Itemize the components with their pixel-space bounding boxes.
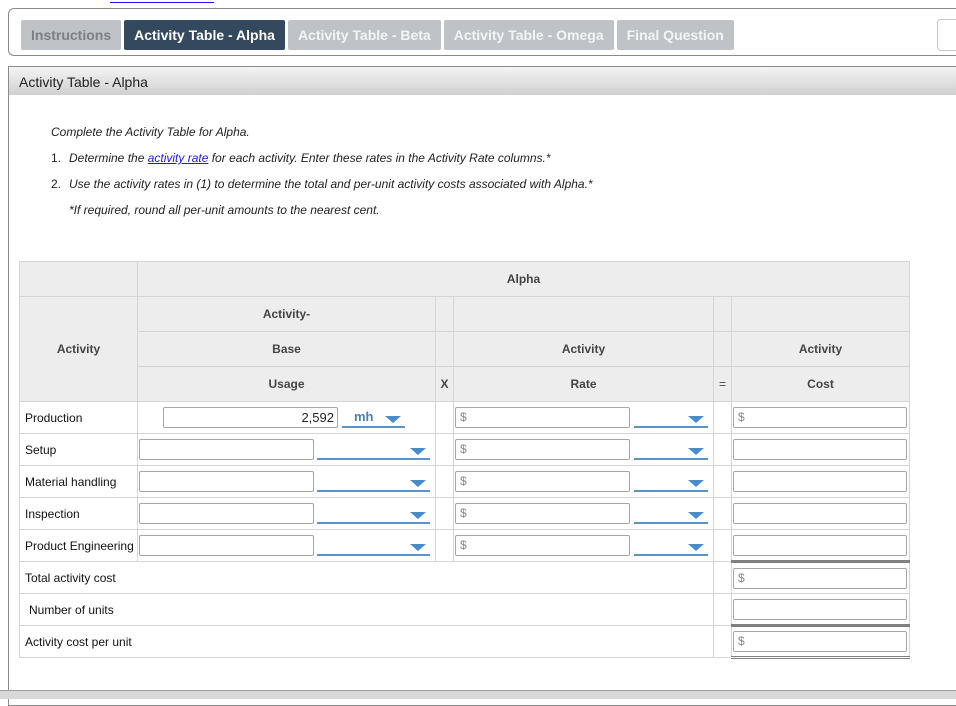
rate-unit-select[interactable] <box>634 440 708 460</box>
col-header-cost-1: Activity <box>731 331 910 367</box>
usage-unit-select[interactable] <box>317 536 430 556</box>
col-header-cost-2: Cost <box>731 366 910 402</box>
rate-input[interactable]: $ <box>455 503 630 524</box>
usage-input[interactable] <box>139 439 314 460</box>
activity-label: Material handling <box>19 465 138 498</box>
chevron-down-icon <box>688 415 704 423</box>
usage-input[interactable]: 2,592 <box>163 407 338 428</box>
chevron-down-icon <box>688 447 704 455</box>
usage-input[interactable] <box>139 503 314 524</box>
cost-input[interactable] <box>733 439 907 460</box>
multiply-operator: X <box>435 366 454 402</box>
top-link-clipped[interactable] <box>110 0 214 3</box>
tab-activity-table-alpha[interactable]: Activity Table - Alpha <box>124 20 285 50</box>
activity-label: Inspection <box>19 497 138 530</box>
instructions-step-1: 1. Determine the activity rate for each a… <box>51 151 551 165</box>
tab-activity-table-beta[interactable]: Activity Table - Beta <box>287 20 441 50</box>
rate-unit-select[interactable] <box>634 504 708 524</box>
col-header-rate-1: Activity <box>453 331 714 367</box>
rounding-note: *If required, round all per-unit amounts… <box>69 203 380 217</box>
table-row: Setup $ <box>19 433 910 466</box>
total-activity-cost-input[interactable]: $ <box>733 567 907 589</box>
cost-input[interactable] <box>733 534 907 556</box>
activity-label: Setup <box>19 433 138 466</box>
usage-input[interactable] <box>139 471 314 492</box>
activity-cost-per-unit-input[interactable]: $ <box>733 631 907 652</box>
table-row: Production 2,592 mh $ $ <box>19 401 910 434</box>
col-header-base-1: Activity- <box>137 296 436 332</box>
instructions-block: Complete the Activity Table for Alpha. 1… <box>51 125 593 229</box>
table-row: Inspection $ <box>19 497 910 530</box>
cost-input[interactable] <box>733 471 907 492</box>
chevron-down-icon <box>410 543 426 551</box>
activity-label: Production <box>19 401 138 434</box>
rate-unit-select[interactable] <box>634 472 708 492</box>
activity-label: Product Engineering <box>19 529 138 562</box>
group-header-alpha: Alpha <box>137 261 910 297</box>
usage-input[interactable] <box>139 535 314 556</box>
rate-input[interactable]: $ <box>455 439 630 460</box>
tab-activity-table-omega[interactable]: Activity Table - Omega <box>443 20 614 50</box>
chevron-down-icon <box>688 479 704 487</box>
rate-input[interactable]: $ <box>455 407 630 428</box>
chevron-down-icon <box>688 511 704 519</box>
usage-unit-select[interactable] <box>317 472 430 492</box>
rate-input[interactable]: $ <box>455 471 630 492</box>
tab-instructions[interactable]: Instructions <box>21 20 122 50</box>
chevron-down-icon <box>410 479 426 487</box>
units-row: Number of units <box>19 593 910 627</box>
col-header-activity: Activity <box>19 296 138 402</box>
chevron-down-icon <box>410 447 426 455</box>
tab-final-question[interactable]: Final Question <box>616 20 734 50</box>
cost-input[interactable] <box>733 503 907 524</box>
col-header-base-2: Base <box>137 331 436 367</box>
instructions-step-2: 2. Use the activity rates in (1) to deter… <box>51 177 593 191</box>
usage-unit-select[interactable] <box>317 440 430 460</box>
number-of-units-label: Number of units <box>19 593 714 626</box>
usage-unit-select[interactable] <box>317 504 430 524</box>
rate-unit-select[interactable] <box>634 536 708 556</box>
instructions-intro: Complete the Activity Table for Alpha. <box>51 125 250 139</box>
panel-title: Activity Table - Alpha <box>9 67 956 95</box>
col-header-base-3: Usage <box>137 366 436 402</box>
total-activity-cost-label: Total activity cost <box>19 561 714 594</box>
activity-table: Alpha Activity Activity- Base Activity A… <box>19 261 910 659</box>
table-row: Material handling $ <box>19 465 910 498</box>
per-unit-row: Activity cost per unit $ <box>19 625 910 659</box>
table-row: Product Engineering $ <box>19 529 910 563</box>
rate-unit-select[interactable] <box>634 408 708 428</box>
cost-input[interactable]: $ <box>733 407 907 428</box>
col-header-rate-2: Rate <box>453 366 714 402</box>
header-row-group: Alpha <box>19 261 910 297</box>
chevron-down-icon <box>688 543 704 551</box>
tab-bar: Instructions Activity Table - Alpha Acti… <box>8 8 956 56</box>
activity-rate-link[interactable]: activity rate <box>148 151 209 165</box>
chevron-down-icon <box>410 511 426 519</box>
total-row: Total activity cost $ <box>19 561 910 594</box>
tabbar-extra-button[interactable] <box>937 19 956 51</box>
chevron-down-icon <box>385 415 401 423</box>
activity-cost-per-unit-label: Activity cost per unit <box>19 625 714 658</box>
number-of-units-input[interactable] <box>733 598 907 620</box>
equals-operator: = <box>713 366 732 402</box>
usage-unit-select[interactable]: mh <box>342 408 405 428</box>
rate-input[interactable]: $ <box>455 535 630 556</box>
